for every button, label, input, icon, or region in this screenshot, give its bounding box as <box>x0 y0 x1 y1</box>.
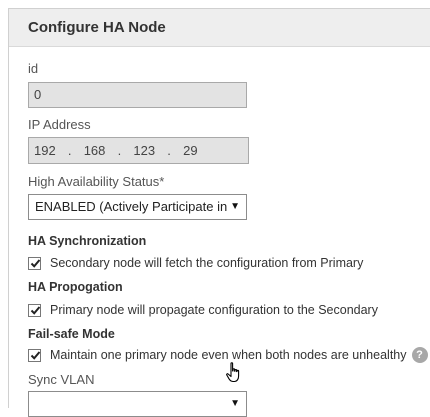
ha-sync-title: HA Synchronization <box>28 234 147 248</box>
id-label: id <box>28 61 39 76</box>
id-value: 0 <box>34 87 42 102</box>
checkmark-icon <box>30 305 41 315</box>
ha-status-value: ENABLED (Actively Participate in <box>35 199 228 214</box>
ip-octet-3[interactable]: 123 <box>133 139 155 163</box>
checkmark-icon <box>30 258 41 268</box>
ip-address-field[interactable]: 192 . 168 . 123 . 29 <box>28 137 249 164</box>
id-field[interactable]: 0 <box>28 82 247 108</box>
ip-separator: . <box>117 142 122 158</box>
ha-propagation-checkbox-row[interactable]: Primary node will propagate configuratio… <box>28 303 378 317</box>
ip-separator: . <box>67 142 72 158</box>
failsafe-checkbox-label: Maintain one primary node even when both… <box>50 348 407 362</box>
ip-address-label: IP Address <box>28 117 91 132</box>
triangle-down-icon: ▼ <box>230 398 240 409</box>
sync-vlan-label: Sync VLAN <box>28 372 95 387</box>
failsafe-title: Fail-safe Mode <box>28 327 115 341</box>
ha-propagation-checkbox[interactable] <box>28 303 41 317</box>
panel-title: Configure HA Node <box>28 19 166 36</box>
ha-sync-checkbox[interactable] <box>28 256 41 270</box>
sync-vlan-select[interactable]: ▼ <box>28 391 247 417</box>
failsafe-checkbox-row[interactable]: Maintain one primary node even when both… <box>28 347 428 363</box>
ha-sync-checkbox-row[interactable]: Secondary node will fetch the configurat… <box>28 256 363 270</box>
failsafe-checkbox[interactable] <box>28 348 41 362</box>
triangle-down-icon: ▼ <box>230 201 240 212</box>
panel-header: Configure HA Node <box>9 9 430 47</box>
ip-octet-4[interactable]: 29 <box>183 139 197 163</box>
ha-sync-checkbox-label: Secondary node will fetch the configurat… <box>50 256 364 270</box>
ip-separator: . <box>167 142 171 158</box>
hand-pointer-icon <box>226 362 240 383</box>
checkmark-icon <box>30 350 41 360</box>
ha-propagation-checkbox-label: Primary node will propagate configuratio… <box>50 303 378 317</box>
ha-status-label: High Availability Status* <box>28 174 165 189</box>
question-circle-icon[interactable]: ? <box>411 347 428 363</box>
ip-octet-1[interactable]: 192 <box>34 139 56 163</box>
ip-octet-2[interactable]: 168 <box>84 139 106 163</box>
ha-status-select[interactable]: ENABLED (Actively Participate in ▼ <box>28 194 247 220</box>
ha-propagation-title: HA Propogation <box>28 280 123 294</box>
